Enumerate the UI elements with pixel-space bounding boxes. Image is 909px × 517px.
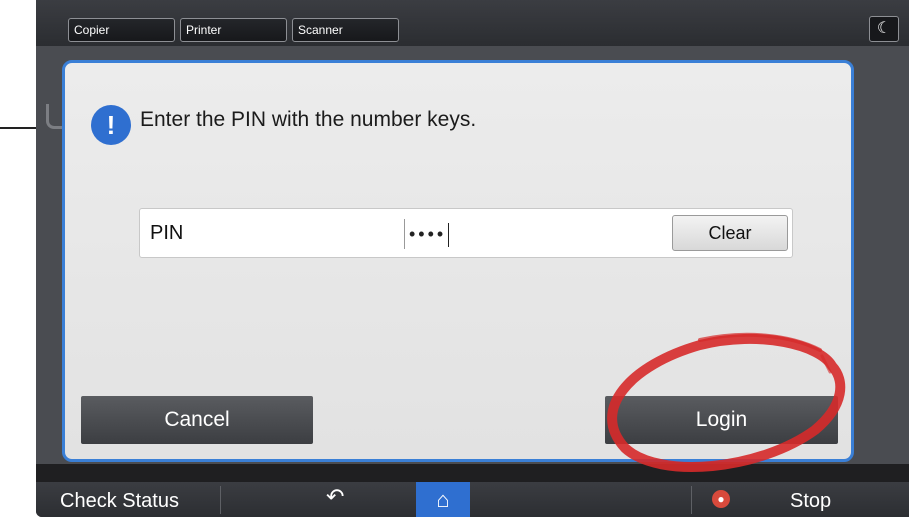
pin-label: PIN	[150, 222, 184, 244]
back-button[interactable]: ↶	[326, 484, 344, 510]
clear-button[interactable]: Clear	[672, 215, 788, 251]
text-cursor	[448, 223, 450, 248]
home-button[interactable]: ⌂	[416, 482, 470, 517]
check-status-button[interactable]: Check Status	[60, 490, 179, 513]
divider	[691, 486, 692, 514]
stop-icon: ●	[712, 490, 730, 508]
alert-icon: !	[91, 105, 131, 145]
pin-field[interactable]: ••••	[404, 219, 450, 249]
tab-scanner[interactable]: Scanner	[292, 18, 399, 42]
back-icon: ↶	[326, 484, 345, 509]
moon-icon: ☾	[876, 20, 892, 37]
side-leader-line	[0, 127, 36, 129]
energy-saver-button[interactable]: ☾	[869, 16, 899, 42]
dialog-message: Enter the PIN with the number keys.	[140, 108, 477, 131]
pin-value: ••••	[409, 224, 447, 244]
tab-printer[interactable]: Printer	[180, 18, 287, 42]
divider	[220, 486, 221, 514]
bottom-bar: Check Status ↶ ⌂ ● Stop	[36, 482, 909, 517]
device-screen: Copier Printer Scanner ☾ ! Enter the PIN…	[36, 0, 909, 517]
stop-button[interactable]: Stop	[790, 490, 831, 513]
home-icon: ⌂	[436, 487, 450, 512]
tab-copier[interactable]: Copier	[68, 18, 175, 42]
pin-dialog: ! Enter the PIN with the number keys. PI…	[62, 60, 854, 462]
login-button[interactable]: Login	[605, 396, 838, 444]
cancel-button[interactable]: Cancel	[81, 396, 313, 444]
top-tab-bar: Copier Printer Scanner ☾	[36, 0, 909, 46]
pin-entry-row: PIN •••• Clear	[139, 208, 793, 258]
